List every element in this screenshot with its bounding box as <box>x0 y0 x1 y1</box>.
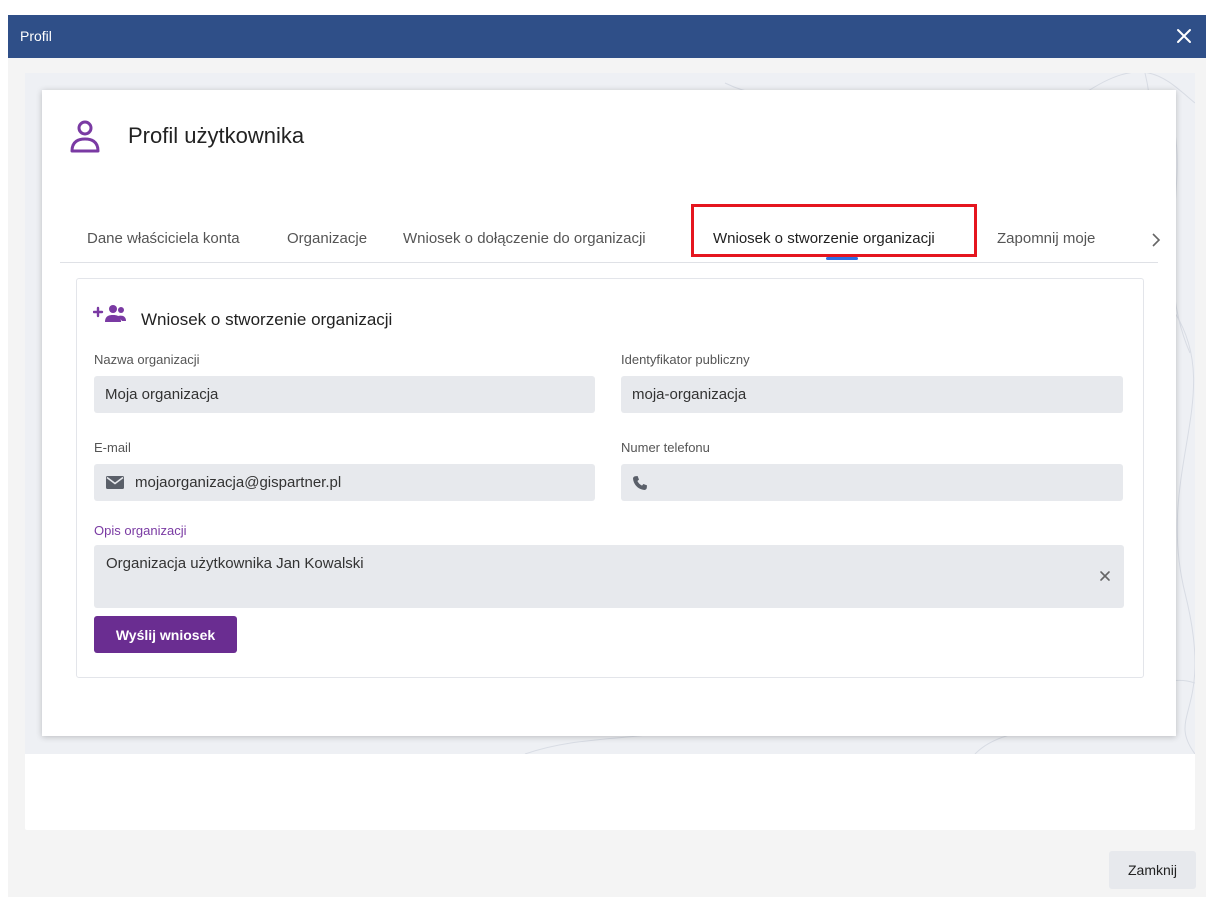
tab-account-owner[interactable]: Dane właściciela konta <box>87 230 240 247</box>
profile-card: Profil użytkownika Dane właściciela kont… <box>42 90 1176 736</box>
dialog-title: Profil <box>20 28 52 44</box>
profile-tabs: Dane właściciela konta Organizacje Wnios… <box>60 220 1161 263</box>
tab-join-request[interactable]: Wniosek o dołączenie do organizacji <box>403 230 646 247</box>
close-dialog-button[interactable] <box>1170 22 1198 50</box>
user-icon <box>70 120 100 153</box>
close-button[interactable]: Zamknij <box>1109 851 1196 889</box>
active-tab-indicator <box>826 257 858 260</box>
tab-forget-me[interactable]: Zapomnij moje <box>997 230 1095 247</box>
email-field[interactable]: mojaorganizacja@gispartner.pl <box>94 464 595 501</box>
page-title: Profil użytkownika <box>128 123 305 148</box>
clear-icon[interactable] <box>1098 569 1112 583</box>
envelope-icon <box>105 475 127 491</box>
org-name-value: Moja organizacja <box>105 386 219 403</box>
submit-request-button[interactable]: Wyślij wniosek <box>94 616 237 653</box>
public-id-label: Identyfikator publiczny <box>621 352 750 367</box>
dialog-titlebar: Profil <box>8 15 1206 58</box>
public-id-value: moja-organizacja <box>632 386 747 403</box>
profile-dialog: Profil Profil użytkownika Dane właścicie… <box>8 15 1206 897</box>
org-name-field[interactable]: Moja organizacja <box>94 376 595 413</box>
panel-title: Wniosek o stworzenie organizacji <box>141 310 393 329</box>
phone-label: Numer telefonu <box>621 440 710 455</box>
org-name-label: Nazwa organizacji <box>94 352 200 367</box>
public-id-field[interactable]: moja-organizacja <box>621 376 1123 413</box>
phone-icon <box>632 475 654 491</box>
email-value: mojaorganizacja@gispartner.pl <box>135 474 342 491</box>
description-label: Opis organizacji <box>94 523 187 538</box>
create-organization-panel: Wniosek o stworzenie organizacji Nazwa o… <box>76 278 1144 678</box>
phone-field[interactable] <box>621 464 1123 501</box>
email-label: E-mail <box>94 440 131 455</box>
tab-overflow-fade <box>1108 220 1144 260</box>
tab-create-request[interactable]: Wniosek o stworzenie organizacji <box>713 230 935 247</box>
description-textarea[interactable]: Organizacja użytkownika Jan Kowalski <box>94 545 1124 608</box>
add-group-icon <box>93 305 126 322</box>
chevron-right-icon <box>1152 233 1161 247</box>
description-value: Organizacja użytkownika Jan Kowalski <box>106 555 364 572</box>
tab-organizations[interactable]: Organizacje <box>287 230 367 247</box>
tabs-scroll-right-button[interactable] <box>1146 230 1166 250</box>
close-icon <box>1177 29 1191 43</box>
